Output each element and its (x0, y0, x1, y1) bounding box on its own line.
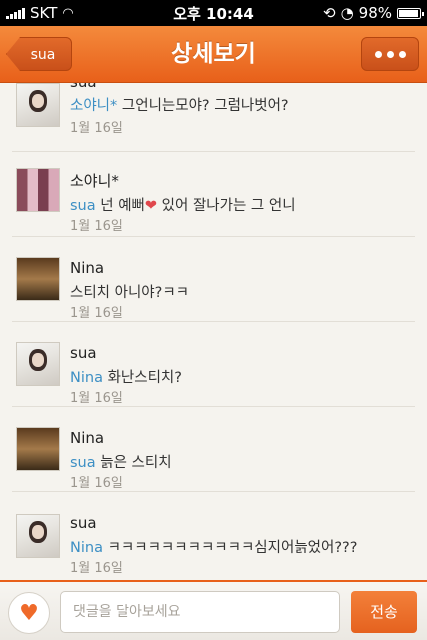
more-button[interactable] (361, 37, 419, 71)
comment-date: 1월 16일 (70, 306, 123, 321)
comment-bar: ♥ 전송 (0, 580, 427, 640)
comment-author[interactable]: Nina (70, 259, 104, 277)
alarm-icon: ◔ (340, 4, 354, 22)
comment-body: ㅋㅋㅋㅋㅋㅋㅋㅋㅋㅋㅋ심지어늙었어??? (107, 540, 358, 556)
comment-text: Nina 화난스티치? (70, 366, 182, 387)
more-dot-icon (398, 50, 406, 58)
comment-author[interactable]: 소야니* (70, 170, 119, 191)
comment-item: sua Nina ㅋㅋㅋㅋㅋㅋㅋㅋㅋㅋㅋ심지어늙었어??? 1월 16일 (0, 492, 427, 577)
rotation-lock-icon: ⟲ (322, 4, 336, 22)
like-button[interactable]: ♥ (8, 592, 50, 634)
mention[interactable]: sua (70, 455, 96, 471)
comment-author[interactable]: sua (70, 344, 97, 362)
comment-item: sua 소야니* 그언니는모야? 그럼나벗어? 1월 16일 (0, 83, 427, 152)
comment-body: 화난스티치? (107, 370, 182, 386)
comment-date: 1월 16일 (70, 391, 123, 406)
avatar[interactable] (16, 83, 60, 127)
comment-item: Nina 스티치 아니야?ㅋㅋ 1월 16일 (0, 237, 427, 322)
heart-icon: ♥ (19, 600, 39, 626)
avatar[interactable] (16, 342, 60, 386)
send-button[interactable]: 전송 (351, 591, 417, 633)
comment-item: Nina sua 늙은 스티치 1월 16일 (0, 407, 427, 492)
comment-list[interactable]: sua 소야니* 그언니는모야? 그럼나벗어? 1월 16일 소야니* sua … (0, 83, 427, 579)
comment-date: 1월 16일 (70, 476, 123, 491)
comment-author[interactable]: Nina (70, 429, 104, 447)
carrier-label: SKT (30, 4, 58, 22)
comment-date: 1월 16일 (70, 561, 123, 576)
more-dot-icon (374, 50, 382, 58)
battery-percent: 98% (358, 4, 392, 22)
comment-author[interactable]: sua (70, 514, 97, 532)
avatar[interactable] (16, 514, 60, 558)
signal-icon (6, 7, 25, 19)
comment-text: 스티치 아니야?ㅋㅋ (70, 285, 190, 301)
comment-body: 넌 예뻐 (100, 198, 145, 214)
more-dot-icon (386, 50, 394, 58)
comment-date: 1월 16일 (70, 219, 123, 234)
avatar[interactable] (16, 257, 60, 301)
comment-text: Nina ㅋㅋㅋㅋㅋㅋㅋㅋㅋㅋㅋ심지어늙었어??? (70, 536, 357, 557)
avatar[interactable] (16, 168, 60, 212)
comment-date: 1월 16일 (70, 121, 123, 136)
mention[interactable]: Nina (70, 540, 103, 556)
avatar[interactable] (16, 427, 60, 471)
heart-icon: ❤ (144, 198, 158, 214)
comment-author[interactable]: sua (70, 83, 97, 91)
comment-body: 그언니는모야? 그럼나벗어? (121, 98, 289, 114)
comment-text: 소야니* 그언니는모야? 그럼나벗어? (70, 94, 289, 115)
mention[interactable]: Nina (70, 370, 103, 386)
comment-input[interactable] (60, 591, 340, 633)
comment-text: sua 늙은 스티치 (70, 451, 172, 472)
mention[interactable]: 소야니* (70, 98, 117, 114)
comment-item: 소야니* sua 넌 예뻐❤ 있어 잘나가는 그 언니 1월 16일 (0, 152, 427, 237)
comment-body: 있어 잘나가는 그 언니 (157, 198, 296, 214)
battery-icon (397, 7, 424, 19)
mention[interactable]: sua (70, 198, 96, 214)
wifi-icon: ◠ (62, 5, 74, 21)
comment-body: 늙은 스티치 (100, 455, 172, 471)
status-bar: SKT ◠ 오후 10:44 ⟲ ◔ 98% (0, 0, 427, 26)
nav-bar: sua 상세보기 (0, 26, 427, 83)
comment-item: sua Nina 화난스티치? 1월 16일 (0, 322, 427, 407)
comment-text: sua 넌 예뻐❤ 있어 잘나가는 그 언니 (70, 194, 296, 215)
